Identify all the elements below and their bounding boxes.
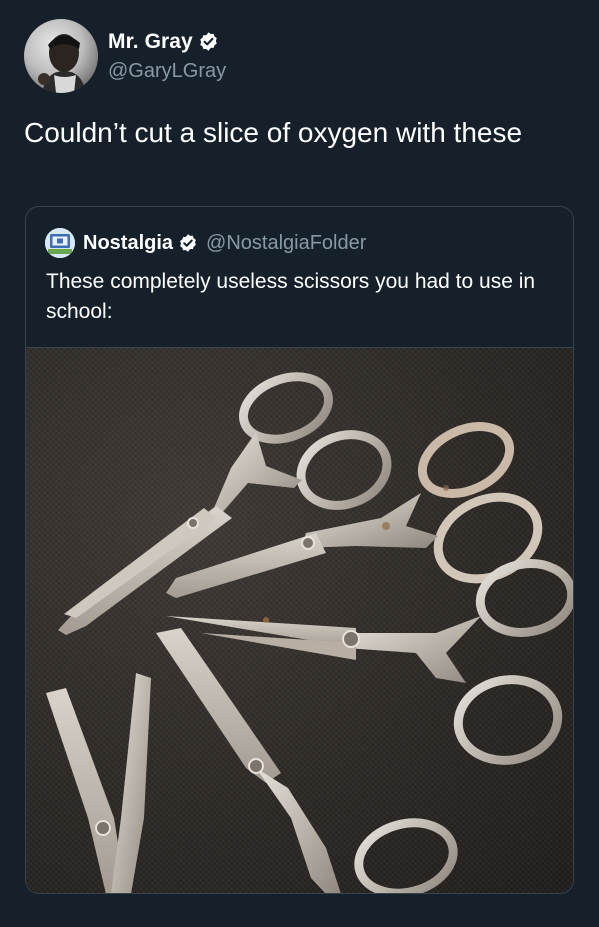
tweet-text: Couldn’t cut a slice of oxygen with thes… — [24, 117, 523, 148]
scissors-photo[interactable] — [26, 347, 573, 893]
scissors-1 — [58, 372, 392, 635]
scissors-4 — [156, 628, 458, 893]
quoted-author-handle[interactable]: @NostalgiaFolder — [206, 232, 366, 255]
verified-badge-icon — [198, 31, 219, 52]
scissors-illustration — [46, 372, 573, 893]
avatar-portrait — [38, 34, 86, 93]
quoted-display-name[interactable]: Nostalgia — [83, 232, 173, 255]
quoted-avatar[interactable] — [45, 228, 75, 258]
tweet-header: Mr. Gray @GaryLGray — [24, 18, 226, 94]
avatar[interactable] — [24, 19, 98, 93]
quoted-tweet-header: Nostalgia @NostalgiaFolder — [45, 228, 366, 258]
author-names: Mr. Gray @GaryLGray — [108, 30, 226, 83]
quoted-tweet-text: These completely useless scissors you ha… — [46, 270, 536, 323]
quoted-tweet-card[interactable]: Nostalgia @NostalgiaFolder These complet… — [25, 206, 574, 894]
verified-badge-icon — [178, 233, 198, 253]
display-name[interactable]: Mr. Gray — [108, 30, 193, 54]
tweet-screenshot: Mr. Gray @GaryLGray Couldn’t cut a slice… — [0, 0, 599, 927]
scissors-5 — [46, 673, 151, 893]
display-name-row: Mr. Gray — [108, 30, 226, 54]
author-handle[interactable]: @GaryLGray — [108, 60, 226, 83]
folder-computer-icon — [45, 228, 75, 258]
